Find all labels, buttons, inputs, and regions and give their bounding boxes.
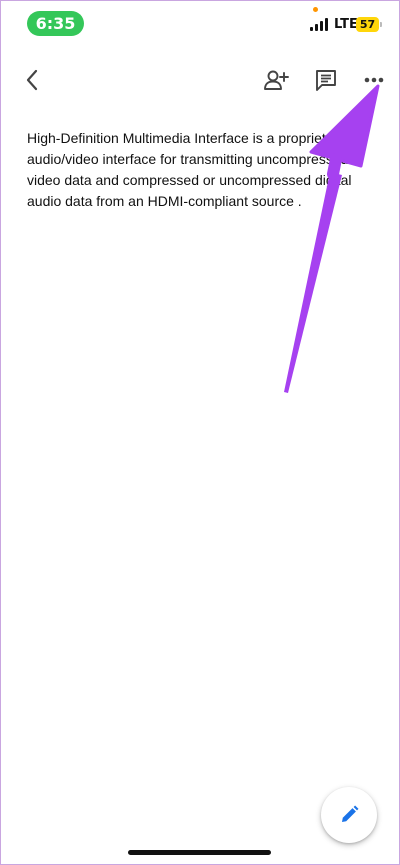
edit-fab-button[interactable] xyxy=(321,787,377,843)
doc-toolbar xyxy=(0,56,400,104)
home-indicator xyxy=(128,850,271,855)
privacy-indicator-dot xyxy=(313,7,318,12)
network-type: LTE xyxy=(334,17,358,32)
comment-icon xyxy=(316,70,336,91)
battery-icon: 57 xyxy=(356,17,379,32)
share-button[interactable] xyxy=(258,62,294,98)
chevron-left-icon xyxy=(26,69,38,91)
pencil-icon xyxy=(342,805,359,822)
more-options-button[interactable] xyxy=(356,62,392,98)
battery-cap xyxy=(380,22,382,27)
status-time: 6:35 xyxy=(27,11,84,36)
status-bar: 6:35 LTE 57 xyxy=(0,0,400,44)
comment-button[interactable] xyxy=(308,62,344,98)
more-horizontal-icon xyxy=(364,77,384,83)
add-person-icon xyxy=(264,70,289,90)
document-body-text[interactable]: High-Definition Multimedia Interface is … xyxy=(27,128,372,212)
back-button[interactable] xyxy=(14,62,50,98)
signal-strength-icon xyxy=(310,18,330,31)
